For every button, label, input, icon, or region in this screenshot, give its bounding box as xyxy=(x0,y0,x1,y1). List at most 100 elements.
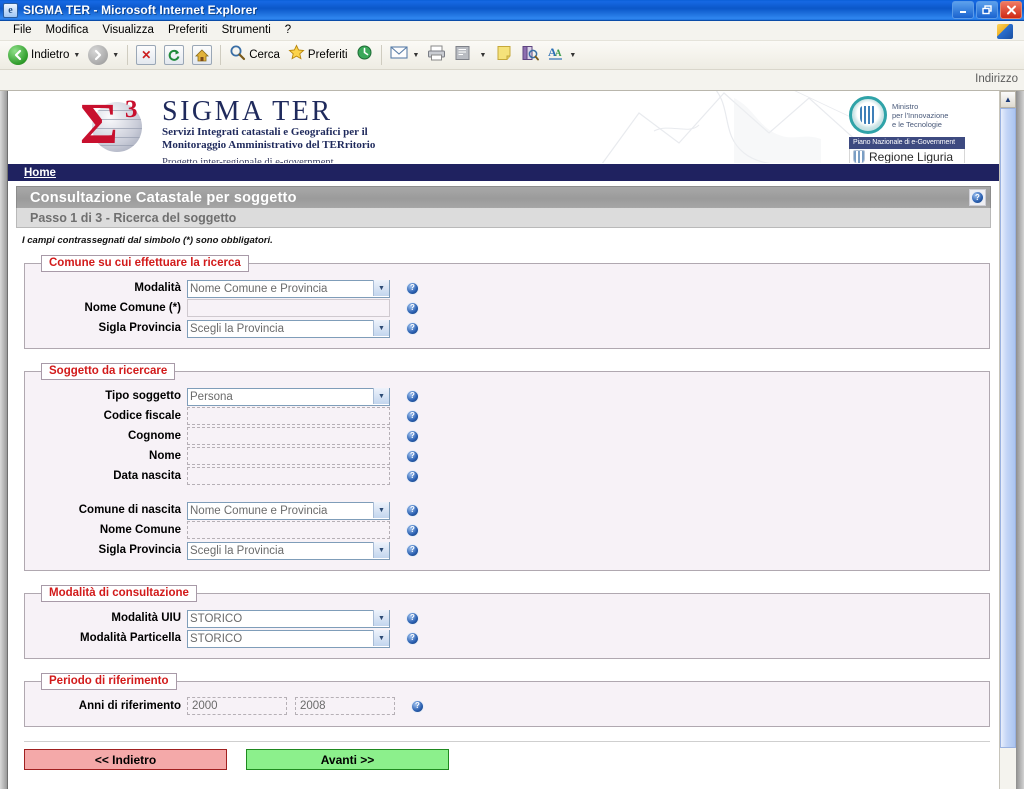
select-modalita[interactable]: Nome Comune e Provincia ▼ xyxy=(187,279,390,298)
select-sigla-provincia[interactable]: Scegli la Provincia ▼ xyxy=(187,319,390,338)
select-tipo-soggetto[interactable]: Persona ▼ xyxy=(187,387,390,406)
restore-button[interactable] xyxy=(976,1,998,19)
back-button[interactable]: Indietro ▼ xyxy=(4,43,84,67)
help-icon-nome-comune-nascita[interactable]: ? xyxy=(406,523,419,537)
window-title-bar[interactable]: e SIGMA TER - Microsoft Internet Explore… xyxy=(0,0,1024,21)
input-anno-da[interactable] xyxy=(187,697,287,715)
scrollbar-track[interactable] xyxy=(1000,108,1016,789)
menu-item-preferiti[interactable]: Preferiti xyxy=(161,23,215,38)
select-modalita-particella-control[interactable]: STORICO xyxy=(187,630,390,648)
stop-button[interactable]: ✕ xyxy=(132,43,160,67)
help-icon-tipo-soggetto[interactable]: ? xyxy=(406,389,419,403)
help-icon-codice-fiscale[interactable]: ? xyxy=(406,409,419,423)
label-comune-nascita: Comune di nascita xyxy=(78,504,181,516)
input-nome-comune[interactable] xyxy=(187,299,390,317)
three-glyph-icon: 3 xyxy=(125,96,138,123)
edit-page-icon xyxy=(454,45,471,66)
mail-button[interactable]: ▼ xyxy=(386,43,424,67)
nav-item-home[interactable]: Home xyxy=(24,167,56,179)
edit-button[interactable] xyxy=(450,43,475,67)
select-tipo-soggetto-control[interactable]: Persona xyxy=(187,388,390,406)
fontsize-chevron-down-icon[interactable]: ▼ xyxy=(569,52,576,59)
sigma-logo-icon: Σ 3 xyxy=(78,95,156,158)
favorites-button[interactable]: Preferiti xyxy=(284,43,352,67)
page-subtitle-bar: Passo 1 di 3 - Ricerca del soggetto xyxy=(16,208,991,228)
row-tipo-soggetto: Tipo soggetto Persona ▼ ? xyxy=(25,386,989,406)
select-sigla-provincia-control[interactable]: Scegli la Provincia xyxy=(187,320,390,338)
help-icon-nome-comune[interactable]: ? xyxy=(406,301,419,315)
help-icon-sigla-provincia-nascita[interactable]: ? xyxy=(406,543,419,557)
next-button-form[interactable]: Avanti >> xyxy=(246,749,449,770)
row-codice-fiscale: Codice fiscale ? xyxy=(25,406,989,426)
liguria-shield-icon xyxy=(853,150,865,163)
scroll-up-arrow-icon[interactable]: ▲ xyxy=(1000,91,1016,108)
research-icon xyxy=(521,45,540,66)
select-comune-nascita-control[interactable]: Nome Comune e Provincia xyxy=(187,502,390,520)
back-button-form[interactable]: << Indietro xyxy=(24,749,227,770)
input-cognome[interactable] xyxy=(187,427,390,445)
ministry-line-1: Ministro xyxy=(892,101,919,111)
input-data-nascita[interactable] xyxy=(187,467,390,485)
menu-item-modifica[interactable]: Modifica xyxy=(39,23,96,38)
row-modalita: Modalità Nome Comune e Provincia ▼ ? xyxy=(25,278,989,298)
select-modalita-uiu-control[interactable]: STORICO xyxy=(187,610,390,628)
notes-button[interactable] xyxy=(492,43,517,67)
menu-item-help[interactable]: ? xyxy=(278,23,298,38)
page-help-button[interactable]: ? xyxy=(969,189,986,206)
label-modalita: Modalità xyxy=(134,282,181,294)
label-modalita-uiu: Modalità UIU xyxy=(111,612,181,624)
fieldset-comune-ricerca: Comune su cui effettuare la ricerca Moda… xyxy=(24,255,990,349)
close-button[interactable] xyxy=(1000,1,1022,19)
research-button[interactable] xyxy=(517,43,543,67)
help-icon-data-nascita[interactable]: ? xyxy=(406,469,419,483)
ie-document-icon: e xyxy=(3,2,18,18)
select-sigla-provincia-nascita[interactable]: Scegli la Provincia ▼ xyxy=(187,541,390,560)
page-scrollbar[interactable]: ▲ ▼ xyxy=(999,91,1016,789)
window-controls xyxy=(952,1,1022,19)
chevron-down-icon[interactable]: ▼ xyxy=(73,52,80,59)
minimize-button[interactable] xyxy=(952,1,974,19)
select-comune-nascita[interactable]: Nome Comune e Provincia ▼ xyxy=(187,501,390,520)
print-button[interactable] xyxy=(423,43,450,67)
help-icon-modalita[interactable]: ? xyxy=(406,281,419,295)
map-watermark-icon xyxy=(601,91,860,163)
help-icon-modalita-particella[interactable]: ? xyxy=(406,631,419,645)
input-anno-a[interactable] xyxy=(295,697,395,715)
refresh-button[interactable] xyxy=(160,43,188,67)
label-cognome: Cognome xyxy=(127,430,181,442)
note-icon xyxy=(496,45,513,66)
forward-button[interactable]: ▼ xyxy=(84,43,123,67)
help-icon-anni-riferimento[interactable]: ? xyxy=(411,699,424,713)
toolbar-separator-3 xyxy=(380,45,382,65)
favorites-button-label: Preferiti xyxy=(307,49,348,61)
search-icon xyxy=(229,44,246,66)
input-nome-comune-nascita[interactable] xyxy=(187,521,390,539)
web-page: Σ 3 SIGMA TER Servizi Integrati catastal… xyxy=(8,91,999,789)
menu-item-file[interactable]: File xyxy=(6,23,39,38)
select-modalita-control[interactable]: Nome Comune e Provincia xyxy=(187,280,390,298)
input-codice-fiscale[interactable] xyxy=(187,407,390,425)
history-button[interactable] xyxy=(352,43,377,67)
address-bar[interactable]: Indirizzo xyxy=(0,70,1024,91)
help-icon-modalita-uiu[interactable]: ? xyxy=(406,611,419,625)
help-icon-cognome[interactable]: ? xyxy=(406,429,419,443)
edit-chevron-down-icon: ▼ xyxy=(479,51,487,59)
select-modalita-particella[interactable]: STORICO ▼ xyxy=(187,629,390,648)
scrollbar-thumb[interactable] xyxy=(1000,108,1016,748)
help-icon-sigla-provincia[interactable]: ? xyxy=(406,321,419,335)
toolbar-separator xyxy=(127,45,129,65)
search-button[interactable]: Cerca xyxy=(225,43,284,67)
select-sigla-provincia-nascita-control[interactable]: Scegli la Provincia xyxy=(187,542,390,560)
help-icon-nome[interactable]: ? xyxy=(406,449,419,463)
home-button[interactable] xyxy=(188,43,216,67)
history-icon xyxy=(356,44,373,66)
row-modalita-uiu: Modalità UIU STORICO ▼ ? xyxy=(25,608,989,628)
menu-item-strumenti[interactable]: Strumenti xyxy=(215,23,278,38)
mail-chevron-down-icon[interactable]: ▼ xyxy=(413,52,420,59)
select-modalita-uiu[interactable]: STORICO ▼ xyxy=(187,609,390,628)
form-button-bar: << Indietro Avanti >> xyxy=(24,741,990,770)
help-icon-comune-nascita[interactable]: ? xyxy=(406,503,419,517)
fontsize-button[interactable]: AA ▼ xyxy=(543,43,580,67)
menu-item-visualizza[interactable]: Visualizza xyxy=(95,23,161,38)
input-nome[interactable] xyxy=(187,447,390,465)
